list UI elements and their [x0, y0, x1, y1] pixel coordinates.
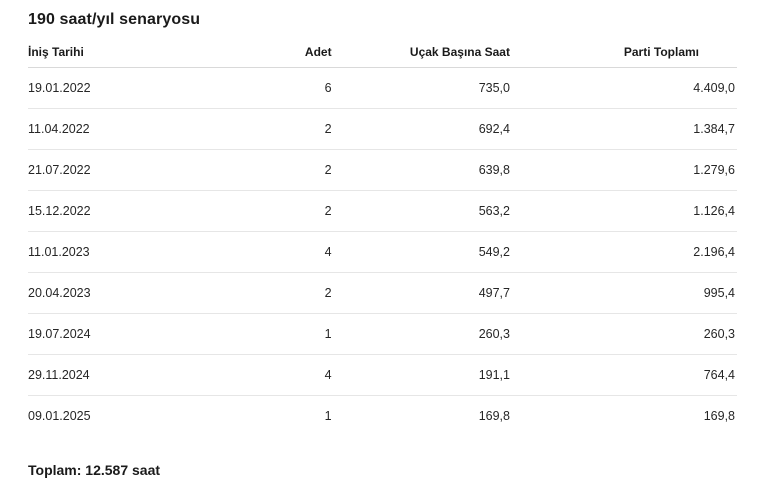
cell-landing-date: 11.01.2023 — [28, 231, 191, 273]
cell-landing-date: 09.01.2025 — [28, 409, 91, 423]
total-hours-summary: Toplam: 12.587 saat — [28, 462, 161, 478]
table-row: 21.07.2022 2 639,8 1.279,6 — [28, 149, 737, 191]
header-landing-date[interactable]: İniş Tarihi — [28, 36, 191, 68]
cell-count: 1 — [190, 313, 332, 355]
table-row: 11.04.2022 2 692,4 1.384,7 — [28, 108, 737, 150]
landing-hours-table: İniş Tarihi Adet Uçak Başına Saat Parti … — [28, 36, 737, 436]
table-row: 15.12.2022 2 563,2 1.126,4 — [28, 190, 737, 232]
cell-batch-total: 260,3 — [509, 313, 737, 355]
cell-count: 4 — [190, 354, 332, 396]
cell-landing-date: 20.04.2023 — [28, 272, 191, 314]
cell-landing-date: 11.04.2022 — [28, 108, 191, 150]
cell-hours-per-aircraft: 639,8 — [331, 149, 510, 191]
cell-landing-date: 29.11.2024 — [28, 354, 191, 396]
cell-landing-date: 19.01.2022 — [28, 67, 191, 109]
cell-batch-total: 995,4 — [509, 272, 737, 314]
table-header-row: İniş Tarihi Adet Uçak Başına Saat Parti … — [28, 36, 737, 68]
header-count[interactable]: Adet — [190, 36, 332, 68]
cell-hours-per-aircraft: 191,1 — [331, 354, 510, 396]
table-body: 19.01.2022 6 735,0 4.409,0 11.04.2022 2 692,4 1… — [28, 67, 737, 437]
cell-hours-per-aircraft: 735,0 — [331, 67, 510, 109]
table-row: 11.01.2023 4 549,2 2.196,4 — [28, 231, 737, 273]
cell-landing-date: 15.12.2022 — [28, 190, 191, 232]
cell-hours-per-aircraft: 169,8 — [478, 409, 510, 423]
table-row: 29.11.2024 4 191,1 764,4 — [28, 354, 737, 396]
header-batch-total[interactable]: Parti Toplamı — [509, 36, 737, 68]
cell-count: 1 — [324, 409, 332, 423]
cell-landing-date: 19.07.2024 — [28, 313, 191, 355]
cell-batch-total: 2.196,4 — [509, 231, 737, 273]
cell-batch-total: 764,4 — [509, 354, 737, 396]
cell-batch-total: 1.279,6 — [509, 149, 737, 191]
cell-batch-total: 4.409,0 — [509, 67, 737, 109]
cell-hours-per-aircraft: 692,4 — [331, 108, 510, 150]
cell-count: 2 — [190, 149, 332, 191]
cell-landing-date: 21.07.2022 — [28, 149, 191, 191]
cell-count: 6 — [190, 67, 332, 109]
cell-hours-per-aircraft: 260,3 — [331, 313, 510, 355]
cell-count: 4 — [190, 231, 332, 273]
cell-hours-per-aircraft: 549,2 — [331, 231, 510, 273]
page-title: 190 saat/yıl senaryosu — [28, 11, 201, 28]
table-row: 20.04.2023 2 497,7 995,4 — [28, 272, 737, 314]
cell-batch-total: 169,8 — [703, 409, 735, 423]
table-row: 19.01.2022 6 735,0 4.409,0 — [28, 67, 737, 109]
cell-count: 2 — [190, 272, 332, 314]
cell-batch-total: 1.126,4 — [509, 190, 737, 232]
cell-count: 2 — [190, 190, 332, 232]
cell-hours-per-aircraft: 563,2 — [331, 190, 510, 232]
table-row: 09.01.2025 1 169,8 169,8 — [28, 396, 737, 437]
cell-count: 2 — [190, 108, 332, 150]
table-row: 19.07.2024 1 260,3 260,3 — [28, 313, 737, 355]
cell-batch-total: 1.384,7 — [509, 108, 737, 150]
cell-hours-per-aircraft: 497,7 — [331, 272, 510, 314]
header-hours-per-aircraft[interactable]: Uçak Başına Saat — [331, 36, 510, 68]
